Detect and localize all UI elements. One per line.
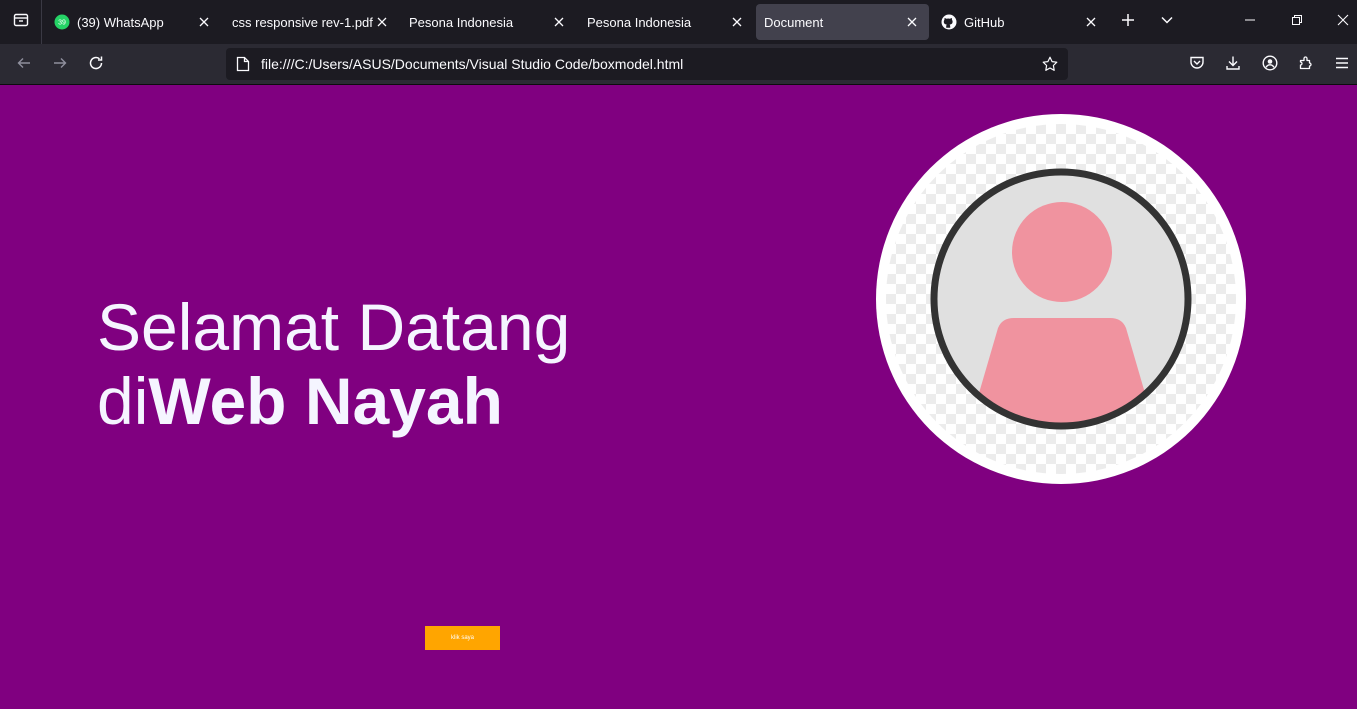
restore-icon [1291,13,1303,31]
github-icon [941,14,957,30]
heading-line-1: Selamat Datang [97,290,571,364]
close-icon[interactable] [903,13,921,31]
firefox-view-icon [13,12,29,33]
address-bar[interactable]: file:///C:/Users/ASUS/Documents/Visual S… [226,48,1068,80]
pocket-icon [1189,55,1205,76]
whatsapp-icon: 39 [54,14,70,30]
hamburger-menu-icon [1334,55,1350,76]
tab-title: Pesona Indonesia [587,14,692,30]
tab-whatsapp[interactable]: 39 (39) WhatsApp [46,4,221,40]
tab-document[interactable]: Document [756,4,929,40]
tab-strip: 39 (39) WhatsApp css responsive rev-1.pd… [0,0,1357,44]
tab-title: Pesona Indonesia [409,14,514,30]
plus-icon [1121,13,1135,32]
account-button[interactable] [1257,52,1283,78]
profile-avatar [876,114,1246,484]
tab-title: (39) WhatsApp [77,14,164,30]
tab-title: GitHub [964,14,1005,30]
heading-site-name: Web Nayah [148,364,503,438]
extensions-button[interactable] [1293,52,1319,78]
close-icon[interactable] [373,13,391,31]
welcome-heading: Selamat Datang diWeb Nayah [97,290,570,438]
puzzle-icon [1298,55,1314,76]
heading-prefix: di [97,364,149,438]
arrow-right-icon [52,55,68,76]
reload-icon [88,55,104,76]
avatar-head [1012,202,1112,302]
chevron-down-icon [1160,13,1174,32]
click-me-button[interactable]: klik saya [425,626,500,650]
back-button[interactable] [11,52,37,78]
forward-button[interactable] [47,52,73,78]
close-window-button[interactable] [1331,10,1355,34]
tab-css-pdf[interactable]: css responsive rev-1.pdf [224,4,399,40]
close-icon[interactable] [1082,13,1100,31]
avatar-image [886,124,1236,474]
tab-pesona-indonesia-1[interactable]: Pesona Indonesia [401,4,576,40]
close-icon[interactable] [195,13,213,31]
bookmark-star-icon[interactable] [1040,54,1060,74]
downloads-button[interactable] [1220,52,1246,78]
close-icon[interactable] [728,13,746,31]
restore-button[interactable] [1285,10,1309,34]
pocket-button[interactable] [1184,52,1210,78]
firefox-view-button[interactable] [0,0,42,44]
tab-pesona-indonesia-2[interactable]: Pesona Indonesia [579,4,754,40]
minimize-button[interactable] [1238,10,1262,34]
download-icon [1225,55,1241,76]
close-icon[interactable] [550,13,568,31]
page-viewport: Selamat Datang diWeb Nayah klik saya [0,85,1357,709]
minimize-icon [1244,13,1256,31]
close-icon [1337,13,1349,31]
reload-button[interactable] [83,52,109,78]
whatsapp-badge: 39 [58,20,66,27]
user-avatar-icon [930,168,1192,430]
page-icon [235,56,251,72]
tab-title: css responsive rev-1.pdf [232,14,373,30]
tab-github[interactable]: GitHub [933,4,1108,40]
list-all-tabs-button[interactable] [1155,10,1179,34]
url-text[interactable]: file:///C:/Users/ASUS/Documents/Visual S… [261,56,1040,72]
new-tab-button[interactable] [1116,10,1140,34]
tab-title: Document [764,14,824,30]
arrow-left-icon [16,55,32,76]
menu-button[interactable] [1329,52,1355,78]
navigation-toolbar: file:///C:/Users/ASUS/Documents/Visual S… [0,44,1357,85]
account-icon [1262,54,1278,76]
